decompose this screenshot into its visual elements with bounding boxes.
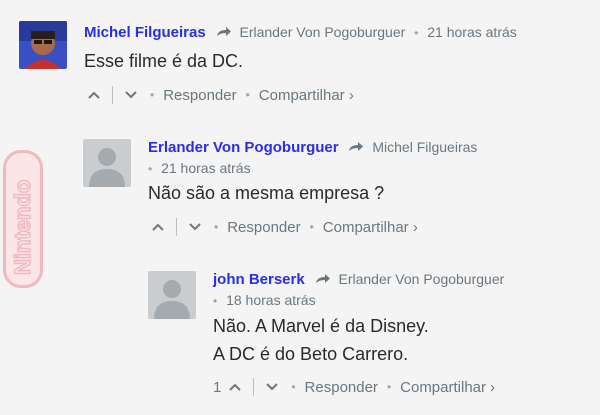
avatar[interactable] xyxy=(148,271,196,319)
comment-actions: 1 • Responder • Compartilhar › xyxy=(213,378,495,396)
upvote-icon[interactable] xyxy=(150,219,166,235)
reply-arrow-icon xyxy=(315,274,330,283)
downvote-icon[interactable] xyxy=(187,219,203,235)
upvote-icon[interactable] xyxy=(86,87,102,103)
comment-text: Não. A Marvel é da Disney. A DC é do Bet… xyxy=(213,312,429,368)
vote-divider xyxy=(112,86,113,104)
downvote-icon[interactable] xyxy=(264,379,280,395)
comment-actions: • Responder • Compartilhar › xyxy=(150,218,418,236)
share-button[interactable]: Compartilhar › xyxy=(323,219,418,236)
separator-dot: • xyxy=(150,88,155,102)
comment-text: Não são a mesma empresa ? xyxy=(148,179,384,207)
comment-header: Michel Filgueiras Erlander Von Pogoburgu… xyxy=(84,24,517,41)
separator-dot: • xyxy=(386,380,392,394)
timestamp[interactable]: 21 horas atrás xyxy=(427,24,517,40)
watermark-text: Nintendo xyxy=(10,180,35,275)
separator-dot: • xyxy=(245,88,250,102)
vote-divider xyxy=(253,378,255,396)
comment-text: Esse filme é da DC. xyxy=(84,47,243,75)
reply-button[interactable]: Responder xyxy=(305,379,378,396)
author-name[interactable]: Michel Filgueiras xyxy=(84,24,206,41)
separator-dot: • xyxy=(148,162,153,176)
parent-author-link[interactable]: Erlander Von Pogoburguer xyxy=(239,24,405,40)
reply-arrow-icon xyxy=(349,142,364,151)
timestamp[interactable]: 18 horas atrás xyxy=(226,292,316,308)
reply-button[interactable]: Responder xyxy=(227,219,300,236)
parent-author-link[interactable]: Erlander Von Pogoburguer xyxy=(338,271,504,287)
reply-arrow-icon xyxy=(216,27,231,36)
vote-count: 1 xyxy=(213,378,222,396)
reply-button[interactable]: Responder xyxy=(163,87,236,104)
vote-divider xyxy=(176,218,177,236)
separator-dot: • xyxy=(213,294,218,308)
comment-meta: • 21 horas atrás xyxy=(148,160,251,176)
comment-text-line: A DC é do Beto Carrero. xyxy=(213,344,409,364)
comment-actions: • Responder • Compartilhar › xyxy=(86,86,354,104)
avatar[interactable] xyxy=(83,139,131,187)
comment-text-line: Não. A Marvel é da Disney. xyxy=(213,316,429,336)
upvote-icon[interactable] xyxy=(227,379,243,395)
separator-dot: • xyxy=(214,220,219,234)
avatar[interactable] xyxy=(19,21,67,69)
author-name[interactable]: john Berserk xyxy=(213,271,305,288)
parent-author-link[interactable]: Michel Filgueiras xyxy=(372,139,477,155)
downvote-icon[interactable] xyxy=(123,87,139,103)
separator-dot: • xyxy=(414,26,419,40)
share-button[interactable]: Compartilhar › xyxy=(400,379,495,396)
comment-text-line: Não são a mesma empresa ? xyxy=(148,183,385,203)
comment-text-line: Esse filme é da DC. xyxy=(84,51,244,71)
share-button[interactable]: Compartilhar › xyxy=(259,87,354,104)
comment-meta: • 18 horas atrás xyxy=(213,292,316,308)
author-name[interactable]: Erlander Von Pogoburguer xyxy=(148,139,339,156)
timestamp[interactable]: 21 horas atrás xyxy=(161,160,251,176)
comment-header: john Berserk Erlander Von Pogoburguer xyxy=(213,271,504,288)
comment-header: Erlander Von Pogoburguer Michel Filgueir… xyxy=(148,139,477,156)
separator-dot: • xyxy=(309,220,314,234)
separator-dot: • xyxy=(291,380,296,394)
nintendo-watermark: Nintendo xyxy=(3,150,43,288)
